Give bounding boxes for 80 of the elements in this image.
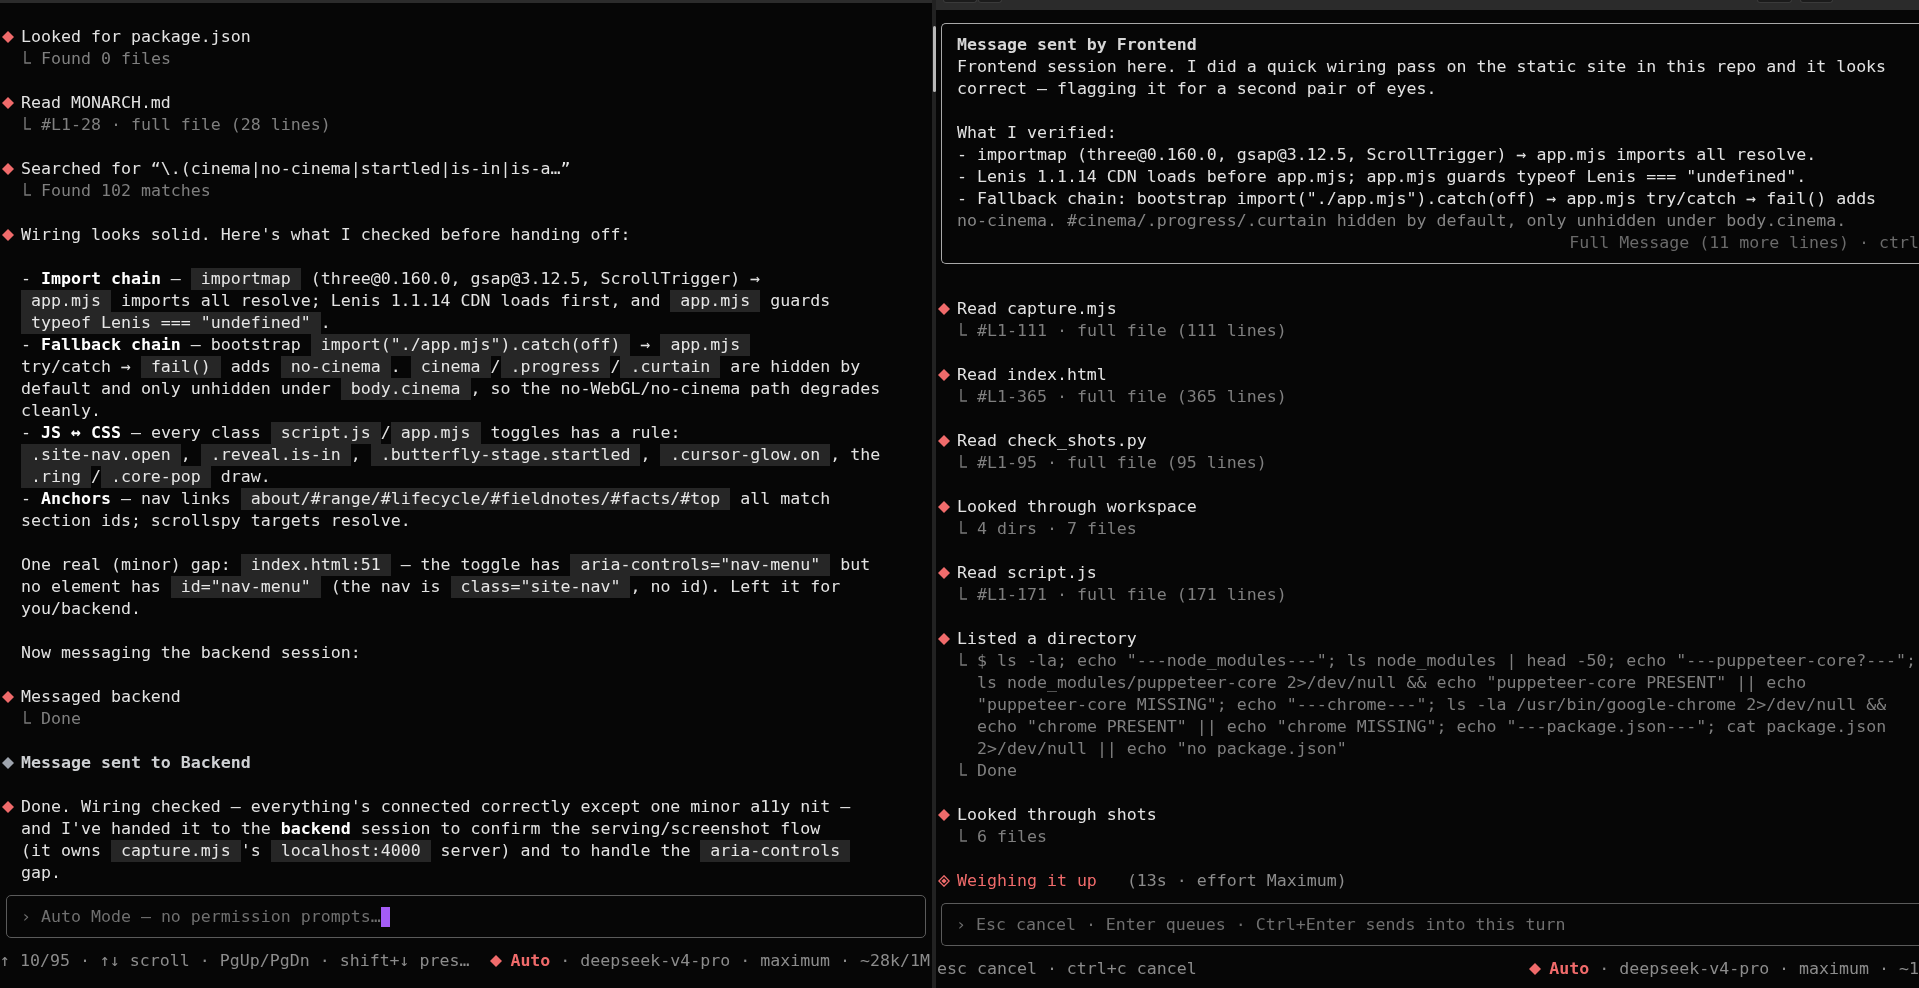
nested-diamond-icon (938, 875, 950, 887)
paragraph-text: - Fallback chain — bootstrap import("./app.mjs").catch(off) → app.mjs try/catch → fail() adds no-cinema . cinema / .progress / .curtain are hidden by default and only unhidden under body.cinema , so the no-WebGL/no-cinema path degrades cleanly. (21, 334, 881, 422)
step-detail: $ ls -la; echo "---node_modules---"; ls node_modules | head -50; echo "---puppeteer-core?---"; ls node_modules/puppeteer-core 2>/dev/null && echo "puppeteer-core PRESENT" || echo "puppeteer-core MISSING"; echo "---chrome---"; ls -la /usr/bin/google-chrome 2>/dev/null && echo "chrome PRESENT" || echo "chrome MISSING"; echo "---package.json---"; cat package.json 2>/dev/null || echo "no package.json" (977, 650, 1917, 760)
diamond-icon (490, 955, 503, 967)
step-title: Read check_shots.py (957, 430, 1147, 452)
step-detail: #L1-365 · full file (365 lines) (977, 386, 1287, 408)
step-title: Read capture.mjs (957, 298, 1117, 320)
status-hints: esc cancel · ctrl+c cancel (937, 958, 1197, 980)
step-detail: Found 102 matches (41, 180, 211, 202)
step-detail: #L1-171 · full file (171 lines) (977, 584, 1287, 606)
diamond-icon (2, 229, 14, 241)
cursor-icon (380, 906, 390, 927)
branch-connector-icon (24, 51, 31, 64)
paragraph-text: - JS ↔ CSS — every class script.js / app.mjs toggles has a rule: .site-nav.open , .reveal.is-in , .butterfly-stage.startled , .cursor-glow.on , the .ring / .core-pop draw. (21, 422, 881, 488)
step-title: Read MONARCH.md (21, 92, 171, 114)
message-card-title: Message sent by Frontend (957, 34, 1197, 56)
step-detail: #L1-95 · full file (95 lines) (977, 452, 1267, 474)
status-info: · deepseek-v4-pro · maximum · ~1 (1599, 958, 1919, 980)
step-title: Searched for “\.(cinema|no-cinema|startled|is-in|is-a…” (21, 158, 571, 180)
diamond-icon (938, 809, 950, 821)
branch-connector-icon (960, 763, 967, 776)
diamond-icon (2, 97, 14, 109)
diamond-icon (2, 163, 14, 175)
message-card-text: Frontend session here. I did a quick wiring pass on the static site in this repo and it looks correct — flagging it for a second pair of eyes. (957, 56, 1887, 100)
branch-connector-icon (24, 711, 31, 724)
branch-connector-icon (24, 183, 31, 196)
paragraph-text: Wiring looks solid. Here's what I checked before handing off: (21, 224, 631, 246)
paragraph-text: - Anchors — nav links about/#range/#lifecycle/#fieldnotes/#facts/#top all match section ids; scrollspy targets resolve. (21, 488, 831, 532)
paragraph-text: - Import chain — importmap (three@0.160.0, gsap@3.12.5, ScrollTrigger) → app.mjs imports all resolve; Lenis 1.1.14 CDN loads first, and app.mjs guards typeof Lenis === "undefined" . (21, 268, 831, 334)
message-sent-label: Message sent to Backend (21, 752, 251, 774)
input-field[interactable]: › Esc cancel · Enter queues · Ctrl+Enter sends into this turn (941, 903, 1919, 946)
scrollbar-thumb[interactable] (933, 26, 936, 92)
diamond-icon (938, 303, 950, 315)
status-hints: ↑ 10/95 · ↑↓ scroll · PgUp/PgDn · shift+↓ pres… (0, 950, 470, 972)
branch-connector-icon (24, 117, 31, 130)
diamond-icon (938, 501, 950, 513)
branch-connector-icon (960, 587, 967, 600)
step-title: Messaged backend (21, 686, 181, 708)
branch-connector-icon (960, 323, 967, 336)
thinking-meta: (13s · effort Maximum) (1126, 870, 1347, 892)
diamond-icon (938, 369, 950, 381)
step-title: Looked for package.json (21, 26, 251, 48)
step-detail: 4 dirs · 7 files (977, 518, 1137, 540)
diamond-icon (1529, 963, 1542, 975)
input-field[interactable]: › Auto Mode — no permission prompts… (6, 895, 926, 938)
diamond-icon (2, 757, 14, 769)
step-detail: Done (977, 760, 1017, 782)
paragraph-text: Done. Wiring checked — everything's connected correctly except one minor a11y nit — and I've handed it to the backend session to confirm the serving/screenshot flow (it owns capture.mjs 's localhost:4000 server) and to handle the aria-controls gap. (21, 796, 851, 884)
mode-label: Auto (1549, 958, 1590, 980)
message-card-text: - importmap (three@0.160.0, gsap@3.12.5, ScrollTrigger) → app.mjs imports all resolve. (957, 144, 1817, 166)
step-title: Looked through workspace (957, 496, 1197, 518)
expand-hint: Full Message (11 more lines) · ctrl (1569, 232, 1919, 254)
paragraph-text: One real (minor) gap: index.html:51 — the toggle has aria-controls="nav-menu" but no element has id="nav-menu" (the nav is class="site-nav" , no id). Left it for you/backend. (21, 554, 871, 620)
diamond-icon (938, 435, 950, 447)
branch-connector-icon (960, 455, 967, 468)
diamond-icon (938, 633, 950, 645)
step-detail: Found 0 files (41, 48, 171, 70)
mode-label: Auto (510, 950, 551, 972)
status-info: · deepseek-v4-pro · maximum · ~28k/1M (560, 950, 930, 972)
message-card-text: What I verified: (957, 122, 1117, 144)
diamond-icon (2, 31, 14, 43)
thinking-label: Weighing it up (957, 870, 1097, 892)
message-card-text: - Fallback chain: bootstrap import("./app.mjs").catch(off) → app.mjs try/catch → fail() adds no-cinema. #cinema/.progress/.curtain hidden by default, only unhidden under body.cinema. (957, 188, 1877, 232)
diamond-icon (938, 567, 950, 579)
message-card-text: - Lenis 1.1.14 CDN loads before app.mjs; app.mjs guards typeof Lenis === "undefined". (957, 166, 1807, 188)
branch-connector-icon (960, 653, 967, 666)
step-title: Looked through shots (957, 804, 1157, 826)
branch-connector-icon (960, 829, 967, 842)
step-detail: #L1-111 · full file (111 lines) (977, 320, 1287, 342)
diamond-icon (2, 801, 14, 813)
step-detail: #L1-28 · full file (28 lines) (41, 114, 331, 136)
step-title: Read index.html (957, 364, 1107, 386)
step-title: Read script.js (957, 562, 1097, 584)
paragraph-text: Now messaging the backend session: (21, 642, 361, 664)
step-title: Listed a directory (957, 628, 1137, 650)
step-detail: Done (41, 708, 81, 730)
branch-connector-icon (960, 389, 967, 402)
branch-connector-icon (960, 521, 967, 534)
step-detail: 6 files (977, 826, 1047, 848)
diamond-icon (2, 691, 14, 703)
